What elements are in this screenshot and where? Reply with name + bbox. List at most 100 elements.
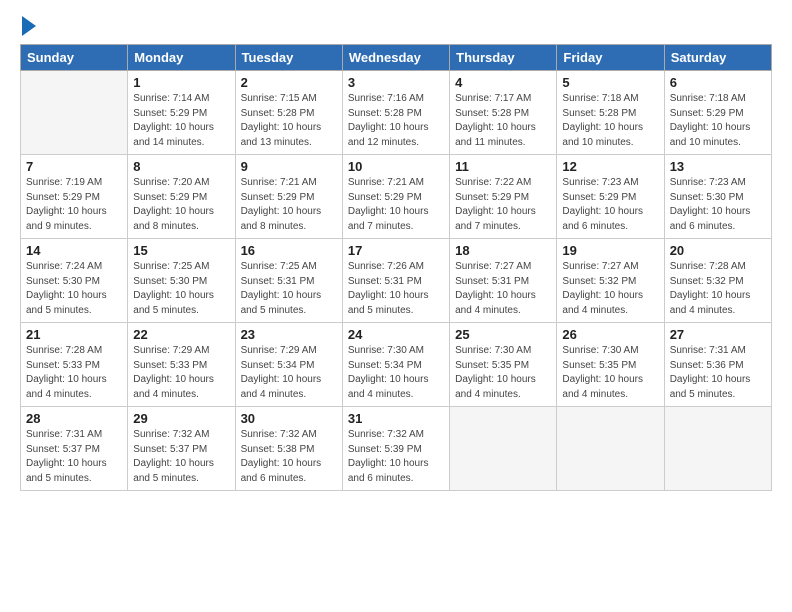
calendar-cell: 17 Sunrise: 7:26 AM Sunset: 5:31 PM Dayli… bbox=[342, 239, 449, 323]
day-info: Sunrise: 7:29 AM Sunset: 5:33 PM Dayligh… bbox=[133, 344, 229, 402]
day-info: Sunrise: 7:24 AM Sunset: 5:30 PM Dayligh… bbox=[26, 260, 122, 318]
day-info: Sunrise: 7:32 AM Sunset: 5:37 PM Dayligh… bbox=[133, 428, 229, 486]
week-row-5: 28 Sunrise: 7:31 AM Sunset: 5:37 PM Dayli… bbox=[21, 407, 772, 491]
week-row-4: 21 Sunrise: 7:28 AM Sunset: 5:33 PM Dayli… bbox=[21, 323, 772, 407]
day-info: Sunrise: 7:25 AM Sunset: 5:30 PM Dayligh… bbox=[133, 260, 229, 318]
day-number: 11 bbox=[455, 159, 551, 174]
calendar-cell: 1 Sunrise: 7:14 AM Sunset: 5:29 PM Daylig… bbox=[128, 71, 235, 155]
calendar-header-monday: Monday bbox=[128, 45, 235, 71]
day-number: 15 bbox=[133, 243, 229, 258]
day-number: 26 bbox=[562, 327, 658, 342]
calendar-cell: 27Sunrise: 7:31 AM Sunset: 5:36 PM Dayli… bbox=[664, 323, 771, 407]
day-number: 10 bbox=[348, 159, 444, 174]
day-number: 13 bbox=[670, 159, 766, 174]
day-info: Sunrise: 7:14 AM Sunset: 5:29 PM Dayligh… bbox=[133, 92, 229, 150]
day-info: Sunrise: 7:20 AM Sunset: 5:29 PM Dayligh… bbox=[133, 176, 229, 234]
day-number: 19 bbox=[562, 243, 658, 258]
day-info: Sunrise: 7:23 AM Sunset: 5:30 PM Dayligh… bbox=[670, 176, 766, 234]
day-number: 20 bbox=[670, 243, 766, 258]
calendar-header-tuesday: Tuesday bbox=[235, 45, 342, 71]
calendar-cell: 10 Sunrise: 7:21 AM Sunset: 5:29 PM Dayli… bbox=[342, 155, 449, 239]
calendar-cell bbox=[21, 71, 128, 155]
day-info: Sunrise: 7:30 AM Sunset: 5:34 PM Dayligh… bbox=[348, 344, 444, 402]
calendar-cell: 11Sunrise: 7:22 AM Sunset: 5:29 PM Dayli… bbox=[450, 155, 557, 239]
week-row-1: 1 Sunrise: 7:14 AM Sunset: 5:29 PM Daylig… bbox=[21, 71, 772, 155]
day-number: 8 bbox=[133, 159, 229, 174]
week-row-3: 14 Sunrise: 7:24 AM Sunset: 5:30 PM Dayli… bbox=[21, 239, 772, 323]
day-info: Sunrise: 7:27 AM Sunset: 5:31 PM Dayligh… bbox=[455, 260, 551, 318]
day-info: Sunrise: 7:18 AM Sunset: 5:28 PM Dayligh… bbox=[562, 92, 658, 150]
day-number: 28 bbox=[26, 411, 122, 426]
calendar-cell bbox=[557, 407, 664, 491]
calendar-cell: 3 Sunrise: 7:16 AM Sunset: 5:28 PM Daylig… bbox=[342, 71, 449, 155]
day-number: 14 bbox=[26, 243, 122, 258]
calendar-cell: 16 Sunrise: 7:25 AM Sunset: 5:31 PM Dayli… bbox=[235, 239, 342, 323]
calendar-cell bbox=[664, 407, 771, 491]
day-info: Sunrise: 7:25 AM Sunset: 5:31 PM Dayligh… bbox=[241, 260, 337, 318]
calendar-cell: 21 Sunrise: 7:28 AM Sunset: 5:33 PM Dayli… bbox=[21, 323, 128, 407]
day-info: Sunrise: 7:30 AM Sunset: 5:35 PM Dayligh… bbox=[455, 344, 551, 402]
day-number: 7 bbox=[26, 159, 122, 174]
calendar-cell: 26Sunrise: 7:30 AM Sunset: 5:35 PM Dayli… bbox=[557, 323, 664, 407]
calendar-cell: 22 Sunrise: 7:29 AM Sunset: 5:33 PM Dayli… bbox=[128, 323, 235, 407]
header bbox=[20, 18, 772, 36]
day-number: 5 bbox=[562, 75, 658, 90]
calendar-cell: 28 Sunrise: 7:31 AM Sunset: 5:37 PM Dayli… bbox=[21, 407, 128, 491]
day-number: 3 bbox=[348, 75, 444, 90]
day-number: 31 bbox=[348, 411, 444, 426]
calendar-cell: 9 Sunrise: 7:21 AM Sunset: 5:29 PM Daylig… bbox=[235, 155, 342, 239]
logo bbox=[20, 18, 36, 36]
calendar-cell: 19Sunrise: 7:27 AM Sunset: 5:32 PM Dayli… bbox=[557, 239, 664, 323]
day-info: Sunrise: 7:16 AM Sunset: 5:28 PM Dayligh… bbox=[348, 92, 444, 150]
day-number: 18 bbox=[455, 243, 551, 258]
day-info: Sunrise: 7:23 AM Sunset: 5:29 PM Dayligh… bbox=[562, 176, 658, 234]
calendar-cell bbox=[450, 407, 557, 491]
calendar-header-wednesday: Wednesday bbox=[342, 45, 449, 71]
day-number: 17 bbox=[348, 243, 444, 258]
calendar-header-sunday: Sunday bbox=[21, 45, 128, 71]
day-info: Sunrise: 7:15 AM Sunset: 5:28 PM Dayligh… bbox=[241, 92, 337, 150]
day-info: Sunrise: 7:32 AM Sunset: 5:39 PM Dayligh… bbox=[348, 428, 444, 486]
day-number: 9 bbox=[241, 159, 337, 174]
calendar-header-friday: Friday bbox=[557, 45, 664, 71]
day-info: Sunrise: 7:32 AM Sunset: 5:38 PM Dayligh… bbox=[241, 428, 337, 486]
day-info: Sunrise: 7:31 AM Sunset: 5:37 PM Dayligh… bbox=[26, 428, 122, 486]
calendar-cell: 30 Sunrise: 7:32 AM Sunset: 5:38 PM Dayli… bbox=[235, 407, 342, 491]
day-info: Sunrise: 7:29 AM Sunset: 5:34 PM Dayligh… bbox=[241, 344, 337, 402]
calendar-cell: 13 Sunrise: 7:23 AM Sunset: 5:30 PM Dayli… bbox=[664, 155, 771, 239]
day-info: Sunrise: 7:18 AM Sunset: 5:29 PM Dayligh… bbox=[670, 92, 766, 150]
calendar-cell: 2 Sunrise: 7:15 AM Sunset: 5:28 PM Daylig… bbox=[235, 71, 342, 155]
day-number: 1 bbox=[133, 75, 229, 90]
calendar-cell: 24 Sunrise: 7:30 AM Sunset: 5:34 PM Dayli… bbox=[342, 323, 449, 407]
day-number: 25 bbox=[455, 327, 551, 342]
day-info: Sunrise: 7:17 AM Sunset: 5:28 PM Dayligh… bbox=[455, 92, 551, 150]
calendar-cell: 29 Sunrise: 7:32 AM Sunset: 5:37 PM Dayli… bbox=[128, 407, 235, 491]
calendar-header-saturday: Saturday bbox=[664, 45, 771, 71]
calendar-cell: 6Sunrise: 7:18 AM Sunset: 5:29 PM Daylig… bbox=[664, 71, 771, 155]
day-number: 30 bbox=[241, 411, 337, 426]
day-info: Sunrise: 7:21 AM Sunset: 5:29 PM Dayligh… bbox=[348, 176, 444, 234]
calendar-cell: 18 Sunrise: 7:27 AM Sunset: 5:31 PM Dayli… bbox=[450, 239, 557, 323]
day-number: 16 bbox=[241, 243, 337, 258]
day-info: Sunrise: 7:26 AM Sunset: 5:31 PM Dayligh… bbox=[348, 260, 444, 318]
calendar-cell: 5 Sunrise: 7:18 AM Sunset: 5:28 PM Daylig… bbox=[557, 71, 664, 155]
calendar-cell: 4 Sunrise: 7:17 AM Sunset: 5:28 PM Daylig… bbox=[450, 71, 557, 155]
day-number: 21 bbox=[26, 327, 122, 342]
day-number: 24 bbox=[348, 327, 444, 342]
calendar-cell: 8 Sunrise: 7:20 AM Sunset: 5:29 PM Daylig… bbox=[128, 155, 235, 239]
day-info: Sunrise: 7:21 AM Sunset: 5:29 PM Dayligh… bbox=[241, 176, 337, 234]
day-info: Sunrise: 7:28 AM Sunset: 5:33 PM Dayligh… bbox=[26, 344, 122, 402]
calendar-cell: 15 Sunrise: 7:25 AM Sunset: 5:30 PM Dayli… bbox=[128, 239, 235, 323]
day-number: 12 bbox=[562, 159, 658, 174]
day-info: Sunrise: 7:28 AM Sunset: 5:32 PM Dayligh… bbox=[670, 260, 766, 318]
day-number: 29 bbox=[133, 411, 229, 426]
day-number: 22 bbox=[133, 327, 229, 342]
calendar-cell: 23 Sunrise: 7:29 AM Sunset: 5:34 PM Dayli… bbox=[235, 323, 342, 407]
day-info: Sunrise: 7:31 AM Sunset: 5:36 PM Dayligh… bbox=[670, 344, 766, 402]
calendar-cell: 14 Sunrise: 7:24 AM Sunset: 5:30 PM Dayli… bbox=[21, 239, 128, 323]
day-info: Sunrise: 7:19 AM Sunset: 5:29 PM Dayligh… bbox=[26, 176, 122, 234]
day-number: 4 bbox=[455, 75, 551, 90]
day-number: 23 bbox=[241, 327, 337, 342]
calendar-cell: 31 Sunrise: 7:32 AM Sunset: 5:39 PM Dayli… bbox=[342, 407, 449, 491]
day-number: 2 bbox=[241, 75, 337, 90]
